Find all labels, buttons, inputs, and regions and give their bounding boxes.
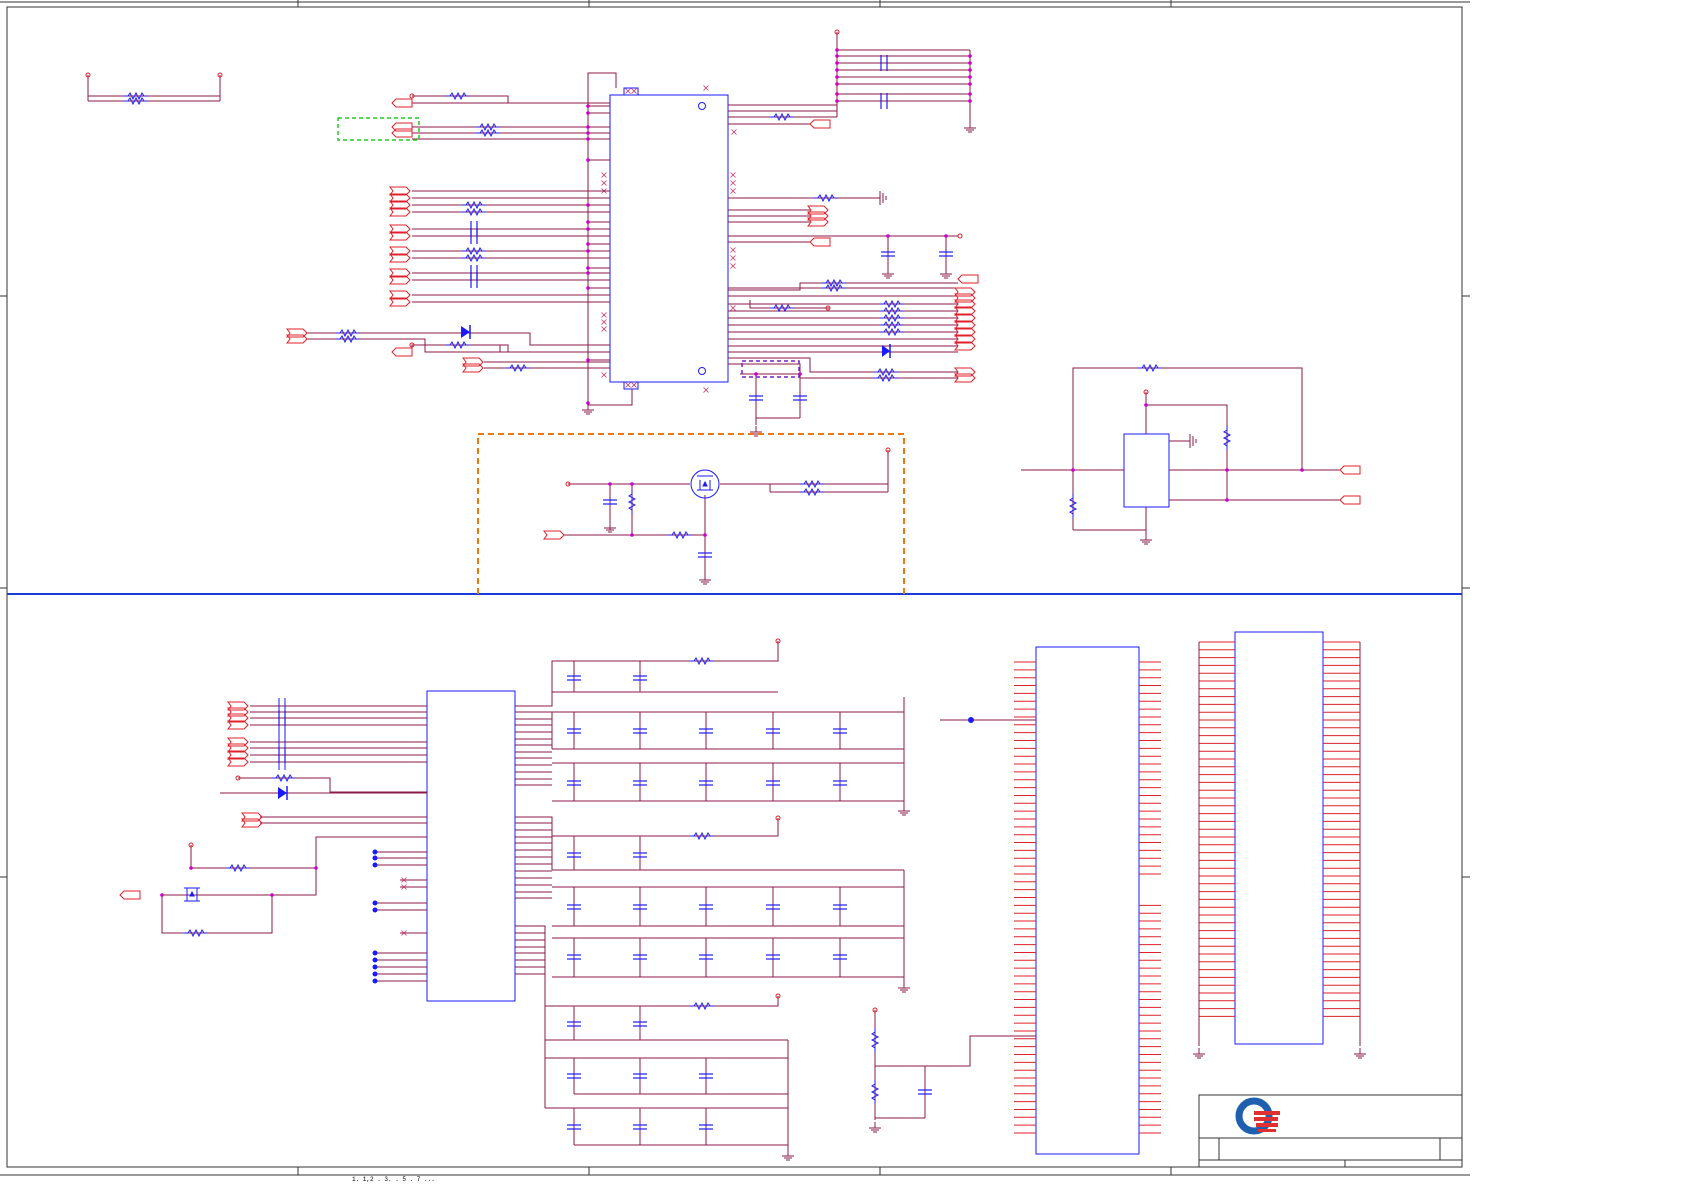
- company-logo-icon: [1235, 1097, 1280, 1135]
- main-ic-top: [601, 85, 737, 393]
- connector-j2: [1192, 631, 1367, 1059]
- voltage-divider-network: [868, 717, 1036, 1133]
- regulator-ic: [1123, 433, 1170, 508]
- mosfet-circuit-top: [564, 450, 889, 575]
- main-ic-right-wiring: [728, 32, 971, 425]
- connector-j1: [1014, 646, 1161, 1155]
- ground-chassis-1: [879, 191, 887, 205]
- diode-d1: [461, 325, 471, 339]
- schematic-sheet: [0, 0, 1470, 1176]
- main-ic-right-components: [748, 29, 977, 437]
- bottom-left-ic: [119, 690, 516, 1002]
- top-left-resistor-net: [85, 72, 223, 105]
- bottom-ic-body: [426, 690, 516, 1002]
- regulator-block: [1021, 364, 1361, 545]
- main-ic-body: [609, 94, 729, 383]
- connector-j1-body: [1035, 646, 1140, 1155]
- sheet-frame: [0, 0, 1470, 1176]
- decoupling-cap-banks: [515, 638, 911, 1161]
- title-block: [1198, 1094, 1463, 1168]
- connector-j2-body: [1234, 631, 1324, 1045]
- highlight-box-purple: [741, 360, 800, 378]
- main-ic-right-ports: [807, 119, 979, 383]
- footer-note: 1. 1,2 . 3. . 5 . 7 ...: [352, 1176, 435, 1183]
- diode-d3: [278, 786, 288, 800]
- main-ic-left-wiring: [306, 72, 633, 406]
- highlight-box-orange: [477, 433, 905, 594]
- mosfet-circuit-top-components: [543, 447, 891, 585]
